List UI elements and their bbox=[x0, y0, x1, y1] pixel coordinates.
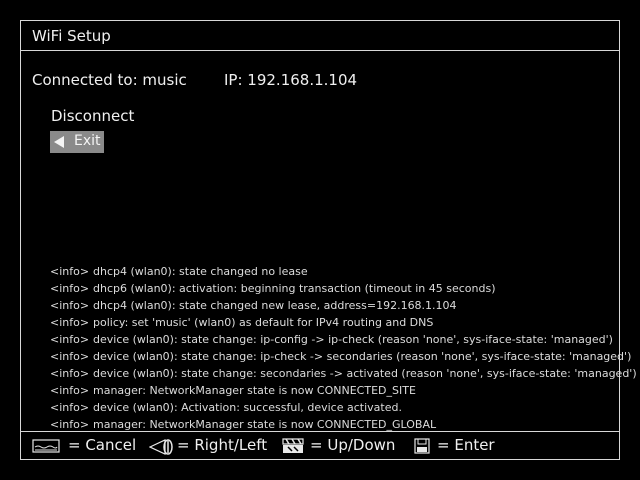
log-message: device (wlan0): Activation: successful, … bbox=[93, 401, 402, 414]
log-line: <info> device (wlan0): state change: ip-c… bbox=[50, 331, 637, 348]
wheel-icon bbox=[149, 439, 173, 455]
clapper-icon bbox=[282, 438, 304, 453]
pedal-icon bbox=[32, 439, 60, 453]
cancel-hint-label: = Cancel bbox=[68, 436, 137, 454]
log-message: device (wlan0): state change: secondarie… bbox=[93, 367, 637, 380]
log-level: <info> bbox=[50, 401, 90, 414]
log-message: policy: set 'music' (wlan0) as default f… bbox=[93, 316, 434, 329]
log-level: <info> bbox=[50, 350, 90, 363]
floppy-icon bbox=[414, 438, 430, 454]
ip-address-label: IP: 192.168.1.104 bbox=[224, 71, 358, 89]
log-line: <info> device (wlan0): Activation: succes… bbox=[50, 399, 637, 416]
exit-label: Exit bbox=[74, 133, 101, 149]
log-message: device (wlan0): state change: ip-check -… bbox=[93, 350, 632, 363]
disconnect-button[interactable]: Disconnect bbox=[51, 107, 134, 125]
right-left-hint-label: = Right/Left bbox=[177, 436, 268, 454]
title-bar: WiFi Setup bbox=[21, 21, 619, 51]
log-line: <info> dhcp4 (wlan0): state changed no le… bbox=[50, 263, 637, 280]
log-line: <info> dhcp6 (wlan0): activation: beginni… bbox=[50, 280, 637, 297]
back-arrow-icon bbox=[54, 136, 64, 148]
enter-hint-label: = Enter bbox=[437, 436, 495, 454]
wifi-setup-window: WiFi Setup Connected to: music IP: 192.1… bbox=[20, 20, 637, 460]
log-output: <info> dhcp4 (wlan0): state changed no le… bbox=[50, 263, 637, 433]
log-message: dhcp4 (wlan0): state changed new lease, … bbox=[93, 299, 457, 312]
log-line: <info> device (wlan0): state change: seco… bbox=[50, 365, 637, 382]
log-message: device (wlan0): state change: ip-config … bbox=[93, 333, 613, 346]
log-message: dhcp4 (wlan0): state changed no lease bbox=[93, 265, 308, 278]
log-message: dhcp6 (wlan0): activation: beginning tra… bbox=[93, 282, 496, 295]
log-level: <info> bbox=[50, 265, 90, 278]
log-line: <info> dhcp4 (wlan0): state changed new l… bbox=[50, 297, 637, 314]
connected-network-label: Connected to: music bbox=[32, 71, 187, 89]
log-level: <info> bbox=[50, 367, 90, 380]
log-level: <info> bbox=[50, 333, 90, 346]
log-line: <info> device (wlan0): state change: ip-c… bbox=[50, 348, 637, 365]
log-line: <info> manager: NetworkManager state is n… bbox=[50, 382, 637, 399]
exit-button[interactable]: Exit bbox=[50, 131, 104, 153]
log-line: <info> policy: set 'music' (wlan0) as def… bbox=[50, 314, 637, 331]
controls-legend: = Cancel = Right/Left = Up/Down = Enter bbox=[21, 431, 619, 460]
log-message: manager: NetworkManager state is now CON… bbox=[93, 418, 437, 431]
log-level: <info> bbox=[50, 299, 90, 312]
log-level: <info> bbox=[50, 384, 90, 397]
up-down-hint-label: = Up/Down bbox=[310, 436, 396, 454]
log-level: <info> bbox=[50, 316, 90, 329]
log-message: manager: NetworkManager state is now CON… bbox=[93, 384, 416, 397]
log-level: <info> bbox=[50, 282, 90, 295]
window-title: WiFi Setup bbox=[32, 27, 111, 45]
